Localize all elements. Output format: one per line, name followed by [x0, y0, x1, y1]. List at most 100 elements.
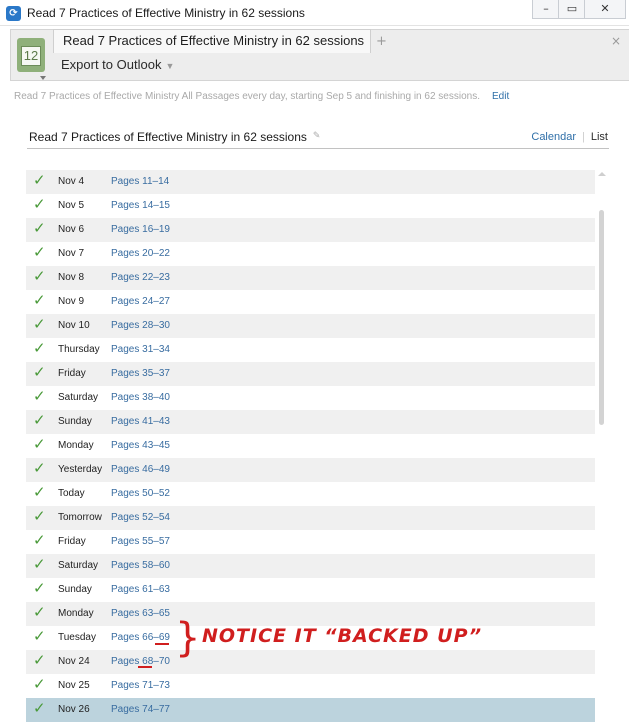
- checkmark-icon[interactable]: ✓: [33, 556, 46, 574]
- checkmark-icon[interactable]: ✓: [33, 508, 46, 526]
- calendar-menu-chevron-icon[interactable]: [40, 76, 46, 80]
- session-day: Sunday: [58, 416, 92, 427]
- tab-reading-plan[interactable]: Read 7 Practices of Effective Ministry i…: [53, 29, 371, 53]
- checkmark-icon[interactable]: ✓: [33, 172, 46, 190]
- pencil-icon[interactable]: ✎: [313, 130, 321, 140]
- app-icon: ⟳: [6, 6, 21, 21]
- maximize-button[interactable]: ▭: [558, 0, 586, 19]
- list-view-link[interactable]: List: [591, 131, 608, 143]
- session-row[interactable]: ✓ Saturday Pages 58–60: [26, 554, 595, 578]
- session-row[interactable]: ✓ Today Pages 50–52: [26, 482, 595, 506]
- session-pages-link[interactable]: Pages 58–60: [111, 560, 170, 571]
- session-row[interactable]: ✓ Nov 24 Pages 68–70: [26, 650, 595, 674]
- session-pages-link[interactable]: Pages 61–63: [111, 584, 170, 595]
- session-pages-link[interactable]: Pages 20–22: [111, 248, 170, 259]
- session-pages-link[interactable]: Pages 28–30: [111, 320, 170, 331]
- checkmark-icon[interactable]: ✓: [33, 460, 46, 478]
- scrollbar-thumb[interactable]: [599, 210, 604, 425]
- session-row[interactable]: ✓ Thursday Pages 31–34: [26, 338, 595, 362]
- session-day: Sunday: [58, 584, 92, 595]
- session-day: Nov 9: [58, 296, 85, 307]
- checkmark-icon[interactable]: ✓: [33, 412, 46, 430]
- scroll-up-arrow-icon[interactable]: [598, 172, 606, 176]
- close-window-button[interactable]: ✕: [584, 0, 626, 19]
- session-row[interactable]: ✓ Tomorrow Pages 52–54: [26, 506, 595, 530]
- checkmark-icon[interactable]: ✓: [33, 340, 46, 358]
- session-pages-link[interactable]: Pages 55–57: [111, 536, 170, 547]
- session-pages-link[interactable]: Pages 14–15: [111, 200, 170, 211]
- checkmark-icon[interactable]: ✓: [33, 700, 46, 718]
- session-row[interactable]: ✓ Sunday Pages 41–43: [26, 410, 595, 434]
- session-row[interactable]: ✓ Sunday Pages 61–63: [26, 578, 595, 602]
- session-pages-link[interactable]: Pages 52–54: [111, 512, 170, 523]
- session-row[interactable]: ✓ Nov 9 Pages 24–27: [26, 290, 595, 314]
- session-pages-link[interactable]: Pages 31–34: [111, 344, 170, 355]
- checkmark-icon[interactable]: ✓: [33, 316, 46, 334]
- session-pages-link[interactable]: Pages 46–49: [111, 464, 170, 475]
- session-day: Today: [58, 488, 85, 499]
- close-tab-button[interactable]: ×: [611, 34, 621, 48]
- view-switcher: Calendar | List: [531, 131, 608, 143]
- annotation-brace: }: [175, 615, 201, 661]
- edit-link[interactable]: Edit: [492, 91, 509, 102]
- scrollbar[interactable]: [597, 170, 607, 723]
- session-row[interactable]: ✓ Nov 4 Pages 11–14: [26, 170, 595, 194]
- checkmark-icon[interactable]: ✓: [33, 580, 46, 598]
- session-pages-link[interactable]: Pages 11–14: [111, 176, 169, 187]
- session-pages-link[interactable]: Pages 41–43: [111, 416, 170, 427]
- checkmark-icon[interactable]: ✓: [33, 388, 46, 406]
- session-row[interactable]: ✓ Yesterday Pages 46–49: [26, 458, 595, 482]
- checkmark-icon[interactable]: ✓: [33, 436, 46, 454]
- checkmark-icon[interactable]: ✓: [33, 244, 46, 262]
- minimize-icon: –: [543, 2, 549, 15]
- session-row[interactable]: ✓ Friday Pages 35–37: [26, 362, 595, 386]
- window-title: Read 7 Practices of Effective Ministry i…: [27, 6, 305, 20]
- session-row[interactable]: ✓ Nov 25 Pages 71–73: [26, 674, 595, 698]
- annotation-dash: [155, 643, 169, 645]
- checkmark-icon[interactable]: ✓: [33, 292, 46, 310]
- plan-title-text: Read 7 Practices of Effective Ministry i…: [29, 130, 307, 144]
- checkmark-icon[interactable]: ✓: [33, 268, 46, 286]
- session-pages-link[interactable]: Pages 50–52: [111, 488, 170, 499]
- checkmark-icon[interactable]: ✓: [33, 604, 46, 622]
- add-tab-button[interactable]: +: [376, 34, 387, 49]
- session-pages-link[interactable]: Pages 16–19: [111, 224, 170, 235]
- session-pages-link[interactable]: Pages 63–65: [111, 608, 170, 619]
- checkmark-icon[interactable]: ✓: [33, 220, 46, 238]
- checkmark-icon[interactable]: ✓: [33, 652, 46, 670]
- session-day: Friday: [58, 536, 86, 547]
- session-row[interactable]: ✓ Monday Pages 63–65: [26, 602, 595, 626]
- checkmark-icon[interactable]: ✓: [33, 676, 46, 694]
- calendar-icon[interactable]: 12: [17, 38, 46, 80]
- session-pages-link[interactable]: Pages 35–37: [111, 368, 170, 379]
- session-pages-link[interactable]: Pages 22–23: [111, 272, 170, 283]
- checkmark-icon[interactable]: ✓: [33, 484, 46, 502]
- checkmark-icon[interactable]: ✓: [33, 196, 46, 214]
- session-pages-link[interactable]: Pages 71–73: [111, 680, 170, 691]
- session-pages-link[interactable]: Pages 38–40: [111, 392, 170, 403]
- checkmark-icon[interactable]: ✓: [33, 364, 46, 382]
- tab-strip: 12 Read 7 Practices of Effective Ministr…: [10, 29, 629, 81]
- checkmark-icon[interactable]: ✓: [33, 532, 46, 550]
- session-pages-link[interactable]: Pages 43–45: [111, 440, 170, 451]
- annotation-underline: [138, 666, 152, 668]
- session-row[interactable]: ✓ Nov 10 Pages 28–30: [26, 314, 595, 338]
- calendar-view-link[interactable]: Calendar: [531, 131, 576, 143]
- session-row[interactable]: ✓ Nov 7 Pages 20–22: [26, 242, 595, 266]
- session-pages-link[interactable]: Pages 66–69: [111, 632, 170, 643]
- session-pages-link[interactable]: Pages 24–27: [111, 296, 170, 307]
- session-row[interactable]: ✓ Nov 8 Pages 22–23: [26, 266, 595, 290]
- plan-description: Read 7 Practices of Effective Ministry A…: [14, 91, 480, 102]
- export-to-outlook-button[interactable]: Export to Outlook ▼: [61, 57, 174, 72]
- session-row[interactable]: ✓ Saturday Pages 38–40: [26, 386, 595, 410]
- session-row[interactable]: ✓ Nov 26 Pages 74–77: [26, 698, 595, 722]
- session-row[interactable]: ✓ Nov 6 Pages 16–19: [26, 218, 595, 242]
- session-day: Nov 10: [58, 320, 90, 331]
- session-pages-link[interactable]: Pages 74–77: [111, 704, 170, 715]
- session-row[interactable]: ✓ Friday Pages 55–57: [26, 530, 595, 554]
- session-row[interactable]: ✓ Nov 5 Pages 14–15: [26, 194, 595, 218]
- minimize-button[interactable]: –: [532, 0, 560, 19]
- session-day: Nov 26: [58, 704, 90, 715]
- session-row[interactable]: ✓ Monday Pages 43–45: [26, 434, 595, 458]
- checkmark-icon[interactable]: ✓: [33, 628, 46, 646]
